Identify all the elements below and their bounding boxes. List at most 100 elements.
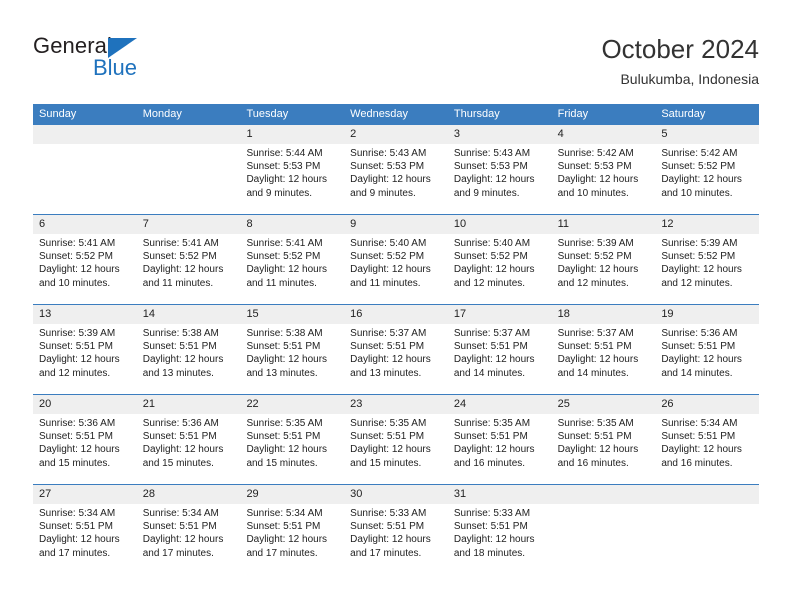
- day-number: 29: [240, 485, 345, 504]
- day-cell[interactable]: 25 Sunrise: 5:35 AM Sunset: 5:51 PM Dayligh…: [551, 395, 656, 484]
- daylight-text: Daylight: 12 hours and 17 minutes.: [350, 534, 431, 559]
- sunset-text: Sunset: 5:53 PM: [557, 161, 632, 173]
- day-details: Sunrise: 5:42 AM Sunset: 5:52 PM Daylight:…: [655, 144, 759, 200]
- sunset-text: Sunset: 5:53 PM: [246, 161, 321, 173]
- day-cell[interactable]: 13 Sunrise: 5:39 AM Sunset: 5:51 PM Dayligh…: [33, 305, 137, 394]
- daylight-text: Daylight: 12 hours and 17 minutes.: [39, 534, 120, 559]
- day-details: Sunrise: 5:37 AM Sunset: 5:51 PM Daylight:…: [344, 324, 448, 380]
- sunset-text: Sunset: 5:52 PM: [557, 251, 632, 263]
- day-number: 10: [447, 215, 552, 234]
- day-cell[interactable]: 3 Sunrise: 5:43 AM Sunset: 5:53 PM Daylight…: [447, 125, 552, 214]
- day-details: Sunrise: 5:38 AM Sunset: 5:51 PM Daylight:…: [240, 324, 344, 380]
- day-cell-empty: [551, 485, 656, 574]
- day-cell[interactable]: 1 Sunrise: 5:44 AM Sunset: 5:53 PM Daylight…: [240, 125, 345, 214]
- sunset-text: Sunset: 5:51 PM: [142, 431, 217, 443]
- sunrise-text: Sunrise: 5:41 AM: [142, 238, 219, 249]
- day-cell[interactable]: 8 Sunrise: 5:41 AM Sunset: 5:52 PM Daylight…: [240, 215, 345, 304]
- day-number: 20: [33, 395, 137, 414]
- daylight-text: Daylight: 12 hours and 15 minutes.: [350, 444, 431, 469]
- day-cell[interactable]: 26 Sunrise: 5:34 AM Sunset: 5:51 PM Dayligh…: [655, 395, 760, 484]
- day-number: 16: [344, 305, 448, 324]
- day-cell[interactable]: 30 Sunrise: 5:33 AM Sunset: 5:51 PM Dayligh…: [344, 485, 448, 574]
- sunrise-text: Sunrise: 5:36 AM: [661, 328, 738, 339]
- day-cell[interactable]: 10 Sunrise: 5:40 AM Sunset: 5:52 PM Dayligh…: [447, 215, 552, 304]
- day-cell[interactable]: 31 Sunrise: 5:33 AM Sunset: 5:51 PM Dayligh…: [447, 485, 552, 574]
- daylight-text: Daylight: 12 hours and 10 minutes.: [661, 174, 742, 199]
- sunrise-text: Sunrise: 5:34 AM: [39, 508, 116, 519]
- day-cell[interactable]: 27 Sunrise: 5:34 AM Sunset: 5:51 PM Dayligh…: [33, 485, 137, 574]
- daylight-text: Daylight: 12 hours and 15 minutes.: [246, 444, 328, 469]
- weekday-header-monday: Monday: [142, 108, 182, 120]
- day-details: Sunrise: 5:33 AM Sunset: 5:51 PM Daylight:…: [344, 504, 448, 560]
- sunset-text: Sunset: 5:51 PM: [246, 341, 321, 353]
- sunrise-text: Sunrise: 5:34 AM: [142, 508, 219, 519]
- day-cell[interactable]: 15 Sunrise: 5:38 AM Sunset: 5:51 PM Dayligh…: [240, 305, 345, 394]
- day-number: 7: [136, 215, 241, 234]
- day-cell[interactable]: 17 Sunrise: 5:37 AM Sunset: 5:51 PM Dayligh…: [447, 305, 552, 394]
- daylight-text: Daylight: 12 hours and 12 minutes.: [453, 264, 535, 289]
- day-details: Sunrise: 5:34 AM Sunset: 5:51 PM Daylight:…: [240, 504, 344, 560]
- day-number: 19: [655, 305, 760, 324]
- day-cell-empty: [655, 485, 760, 574]
- day-number: 9: [344, 215, 448, 234]
- daylight-text: Daylight: 12 hours and 14 minutes.: [557, 354, 639, 379]
- sunrise-text: Sunrise: 5:37 AM: [350, 328, 427, 339]
- day-number: 25: [551, 395, 656, 414]
- sunrise-text: Sunrise: 5:43 AM: [453, 148, 531, 159]
- day-cell[interactable]: 18 Sunrise: 5:37 AM Sunset: 5:51 PM Dayligh…: [551, 305, 656, 394]
- day-number: 13: [33, 305, 137, 324]
- day-cell[interactable]: 14 Sunrise: 5:38 AM Sunset: 5:51 PM Dayligh…: [136, 305, 241, 394]
- day-cell[interactable]: 16 Sunrise: 5:37 AM Sunset: 5:51 PM Dayligh…: [344, 305, 448, 394]
- daylight-text: Daylight: 12 hours and 15 minutes.: [142, 444, 224, 469]
- sunset-text: Sunset: 5:52 PM: [350, 251, 425, 263]
- day-cell[interactable]: 19 Sunrise: 5:36 AM Sunset: 5:51 PM Dayligh…: [655, 305, 760, 394]
- day-number: 12: [655, 215, 760, 234]
- day-cell[interactable]: 6 Sunrise: 5:41 AM Sunset: 5:52 PM Daylight…: [33, 215, 137, 304]
- day-cell[interactable]: 5 Sunrise: 5:42 AM Sunset: 5:52 PM Daylight…: [655, 125, 760, 214]
- day-cell[interactable]: 28 Sunrise: 5:34 AM Sunset: 5:51 PM Dayligh…: [136, 485, 241, 574]
- general-blue-logo: General Blue: [33, 33, 213, 89]
- sunrise-text: Sunrise: 5:37 AM: [453, 328, 531, 339]
- day-number: 22: [240, 395, 345, 414]
- sunset-text: Sunset: 5:52 PM: [39, 251, 113, 263]
- day-details: Sunrise: 5:36 AM Sunset: 5:51 PM Daylight:…: [137, 414, 241, 470]
- daylight-text: Daylight: 12 hours and 11 minutes.: [350, 264, 431, 289]
- sunset-text: Sunset: 5:51 PM: [453, 431, 528, 443]
- day-cell[interactable]: 24 Sunrise: 5:35 AM Sunset: 5:51 PM Dayligh…: [447, 395, 552, 484]
- calendar-week-row: 1 Sunrise: 5:44 AM Sunset: 5:53 PM Daylight…: [33, 125, 760, 214]
- day-details: Sunrise: 5:39 AM Sunset: 5:52 PM Daylight:…: [552, 234, 656, 290]
- sunrise-text: Sunrise: 5:40 AM: [350, 238, 427, 249]
- calendar-weeks: 1 Sunrise: 5:44 AM Sunset: 5:53 PM Daylight…: [33, 125, 760, 574]
- daylight-text: Daylight: 12 hours and 12 minutes.: [557, 264, 639, 289]
- sunset-text: Sunset: 5:51 PM: [39, 431, 113, 443]
- day-details: Sunrise: 5:36 AM Sunset: 5:51 PM Daylight:…: [655, 324, 759, 380]
- day-cell[interactable]: 4 Sunrise: 5:42 AM Sunset: 5:53 PM Daylight…: [551, 125, 656, 214]
- daylight-text: Daylight: 12 hours and 17 minutes.: [246, 534, 328, 559]
- day-cell[interactable]: 9 Sunrise: 5:40 AM Sunset: 5:52 PM Daylight…: [344, 215, 448, 304]
- calendar-grid: Sunday Monday Tuesday Wednesday Thursday Frid…: [33, 104, 760, 574]
- day-cell[interactable]: 22 Sunrise: 5:35 AM Sunset: 5:51 PM Dayligh…: [240, 395, 345, 484]
- day-cell[interactable]: 23 Sunrise: 5:35 AM Sunset: 5:51 PM Dayligh…: [344, 395, 448, 484]
- sunset-text: Sunset: 5:51 PM: [246, 431, 321, 443]
- weekday-header-thursday: Thursday: [453, 108, 500, 120]
- daylight-text: Daylight: 12 hours and 12 minutes.: [39, 354, 120, 379]
- day-number: 11: [551, 215, 656, 234]
- day-cell[interactable]: 20 Sunrise: 5:36 AM Sunset: 5:51 PM Dayligh…: [33, 395, 137, 484]
- day-cell[interactable]: 2 Sunrise: 5:43 AM Sunset: 5:53 PM Daylight…: [344, 125, 448, 214]
- daylight-text: Daylight: 12 hours and 9 minutes.: [246, 174, 328, 199]
- day-cell[interactable]: 29 Sunrise: 5:34 AM Sunset: 5:51 PM Dayligh…: [240, 485, 345, 574]
- day-cell[interactable]: 11 Sunrise: 5:39 AM Sunset: 5:52 PM Dayligh…: [551, 215, 656, 304]
- sunset-text: Sunset: 5:51 PM: [39, 341, 113, 353]
- day-details: Sunrise: 5:34 AM Sunset: 5:51 PM Daylight:…: [655, 414, 759, 470]
- calendar-week-row: 6 Sunrise: 5:41 AM Sunset: 5:52 PM Daylight…: [33, 214, 760, 304]
- day-cell[interactable]: 7 Sunrise: 5:41 AM Sunset: 5:52 PM Daylight…: [136, 215, 241, 304]
- day-cell[interactable]: 21 Sunrise: 5:36 AM Sunset: 5:51 PM Dayligh…: [136, 395, 241, 484]
- calendar-week-row: 27 Sunrise: 5:34 AM Sunset: 5:51 PM Dayligh…: [33, 484, 760, 574]
- day-number: 27: [33, 485, 137, 504]
- sunrise-text: Sunrise: 5:42 AM: [557, 148, 634, 159]
- day-details: Sunrise: 5:39 AM Sunset: 5:51 PM Daylight:…: [33, 324, 137, 380]
- day-number: 3: [447, 125, 552, 144]
- weekday-header-friday: Friday: [557, 108, 589, 120]
- sunrise-text: Sunrise: 5:35 AM: [453, 418, 531, 429]
- day-cell[interactable]: 12 Sunrise: 5:39 AM Sunset: 5:52 PM Dayligh…: [655, 215, 760, 304]
